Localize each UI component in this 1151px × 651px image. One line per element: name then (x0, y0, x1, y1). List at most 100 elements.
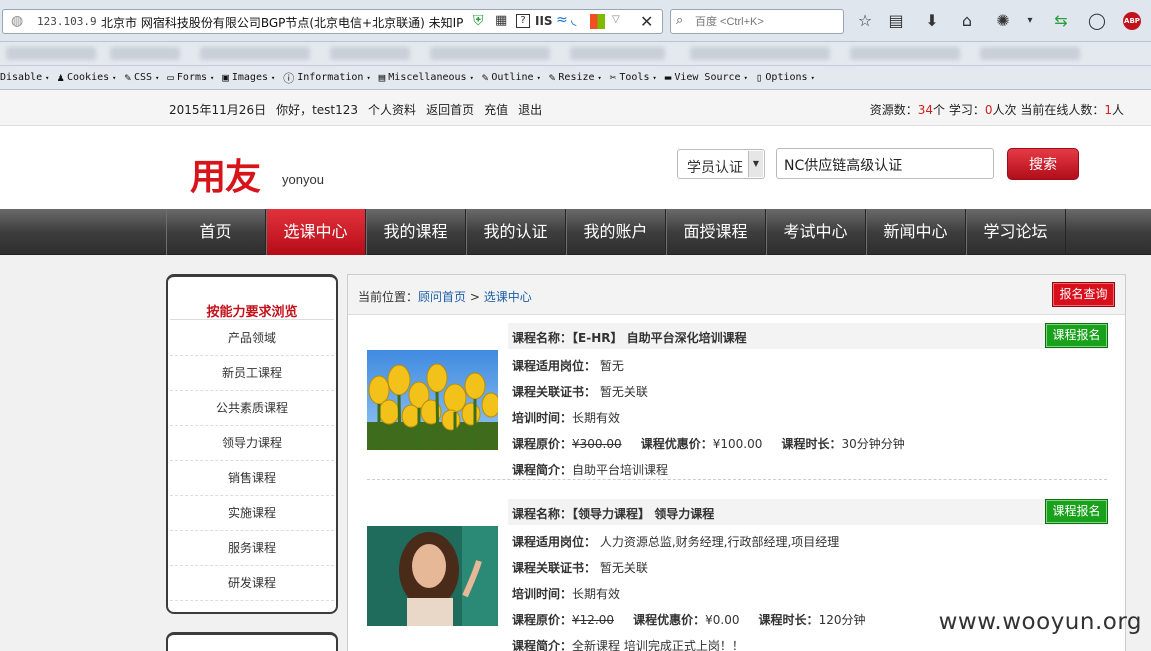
course-time: 培训时间：长期有效 (512, 411, 621, 425)
enroll-button[interactable]: 课程报名 (1045, 323, 1108, 348)
sidebar-item-6[interactable]: 服务课程 (170, 531, 334, 566)
devtool-outline[interactable]: ✎ Outline ▾ (482, 71, 541, 84)
browser-search[interactable]: ⌕ (670, 9, 844, 34)
nav-item-5[interactable]: 面授课程 (666, 209, 766, 255)
course-price: 课程原价：¥300.00 课程优惠价：¥100.00 课程时长：30分钟分钟 (512, 437, 905, 451)
chevron-down-icon: ▾ (810, 73, 815, 82)
forms-icon: ▭ (167, 71, 174, 84)
user-info-bar: 2015年11月26日 你好，test123 个人资料 返回首页 充值 退出 资… (0, 90, 1151, 126)
miscellaneous-icon: ▤ (378, 71, 386, 84)
course-list-panel: 当前位置：顾问首页 > 选课中心 报名查询 课程名称：【E-HR】 自助平台深化… (347, 274, 1126, 651)
devtool-cookies[interactable]: ♟ Cookies ▾ (57, 71, 116, 84)
search-button[interactable]: 搜索 (1007, 148, 1079, 180)
iis-icon[interactable]: IIS (535, 14, 553, 28)
devtool-disable[interactable]: Disable ▾ (0, 72, 49, 83)
menu-dropdown-icon[interactable]: ▾ (1019, 10, 1041, 32)
devtool-tools[interactable]: ✂ Tools ▾ (610, 71, 657, 84)
help-icon[interactable]: ? (516, 14, 530, 28)
search-type-select[interactable]: 学员认证 ▼ (677, 149, 765, 179)
shield-icon[interactable]: ⛨ (473, 13, 484, 29)
sidebar-item-2[interactable]: 公共素质课程 (170, 391, 334, 426)
course-search-input[interactable]: NC供应链高级认证 (776, 148, 994, 179)
address-bar[interactable]: ◍ 123.103.9 北京市 网宿科技股份有限公司BGP节点(北京电信+北京联… (2, 9, 663, 34)
logout-link[interactable]: 退出 (518, 101, 542, 118)
signal-icon[interactable]: ◟ (571, 12, 576, 28)
chevron-down-icon: ▾ (210, 73, 215, 82)
chevron-down-icon: ▾ (155, 73, 160, 82)
close-icon[interactable]: ✕ (640, 12, 653, 31)
view-source-icon: ▬ (664, 71, 672, 84)
chevron-down-icon: ▾ (536, 73, 541, 82)
devtool-options[interactable]: ▯ Options ▾ (756, 71, 815, 84)
adblock-icon[interactable]: ABP (1123, 12, 1141, 30)
course-intro: 课程简介：全新课程 培训完成正式上岗！！ (512, 639, 744, 651)
course-time: 培训时间：长期有效 (512, 587, 621, 601)
nav-item-7[interactable]: 新闻中心 (866, 209, 966, 255)
options-icon: ▯ (755, 71, 763, 84)
nav-item-6[interactable]: 考试中心 (766, 209, 866, 255)
devtool-css[interactable]: ✎ CSS ▾ (124, 71, 159, 84)
search-icon: ⌕ (676, 13, 684, 28)
sidebar-item-4[interactable]: 销售课程 (170, 461, 334, 496)
nav-item-1[interactable]: 选课中心 (266, 209, 366, 255)
home-icon[interactable]: ⌂ (956, 10, 978, 32)
sidebar-item-3[interactable]: 领导力课程 (170, 426, 334, 461)
course-image-portrait[interactable] (367, 526, 498, 626)
windows-icon[interactable] (590, 14, 605, 29)
course-duration: 30分钟分钟 (841, 437, 905, 451)
ip-location-text: 北京市 网宿科技股份有限公司BGP节点(北京电信+北京联通) 未知IP (101, 16, 464, 30)
devtool-miscellaneous[interactable]: ▤ Miscellaneous ▾ (379, 71, 474, 84)
chevron-down-icon[interactable]: ▼ (748, 151, 763, 177)
download-icon[interactable]: ⬇ (921, 10, 943, 32)
devtool-forms[interactable]: ▭ Forms ▾ (167, 71, 214, 84)
sidebar-item-0[interactable]: 产品领域 (170, 321, 334, 356)
chat-icon[interactable]: ◯ (1086, 10, 1108, 32)
sidebar-item-7[interactable]: 研发课程 (170, 566, 334, 601)
wave-icon[interactable]: ≈ (556, 12, 568, 28)
home-link[interactable]: 返回首页 (426, 101, 474, 118)
devtool-information[interactable]: ⓘ Information ▾ (283, 70, 370, 86)
breadcrumb-home-link[interactable]: 顾问首页 (418, 290, 466, 304)
dropdown-arrow-icon[interactable]: ▽ (612, 14, 620, 25)
sidebar-item-1[interactable]: 新员工课程 (170, 356, 334, 391)
breadcrumb-current-link[interactable]: 选课中心 (484, 290, 532, 304)
resize-icon: ✎ (548, 71, 556, 84)
sidebar-item-5[interactable]: 实施课程 (170, 496, 334, 531)
chevron-down-icon: ▾ (112, 73, 117, 82)
devtool-images[interactable]: ▣ Images ▾ (222, 71, 275, 84)
logo[interactable]: 用友 (190, 148, 261, 200)
original-price: ¥300.00 (572, 437, 622, 451)
course-duration: 120分钟 (818, 613, 866, 627)
registration-query-button[interactable]: 报名查询 (1052, 282, 1115, 307)
course-post: 课程适用岗位： 人力资源总监,财务经理,行政部经理,项目经理 (512, 535, 840, 549)
course-price: 课程原价：¥12.00 课程优惠价：¥0.00 课程时长：120分钟 (512, 613, 866, 627)
divider (367, 479, 1107, 480)
nav-item-2[interactable]: 我的课程 (366, 209, 466, 255)
chevron-down-icon: ▾ (597, 73, 602, 82)
sync-arrows-icon[interactable]: ⇆ (1050, 10, 1072, 32)
course-image-tulips[interactable] (367, 350, 498, 450)
course-post: 课程适用岗位： 暂无 (512, 359, 624, 373)
qr-code-icon[interactable]: ▦ (495, 13, 507, 28)
bookmark-star-icon[interactable]: ☆ (854, 10, 876, 32)
recharge-link[interactable]: 充值 (484, 101, 508, 118)
chevron-down-icon: ▾ (743, 73, 748, 82)
nav-item-0[interactable]: 首页 (166, 209, 266, 255)
browser-search-input[interactable] (695, 13, 835, 30)
profile-link[interactable]: 个人资料 (368, 101, 416, 118)
tools-icon: ✂ (609, 71, 617, 84)
reader-icon[interactable]: ▤ (885, 10, 907, 32)
nav-item-3[interactable]: 我的认证 (466, 209, 566, 255)
logo-text: yonyou (282, 172, 324, 187)
browser-toolbar: ◍ 123.103.9 北京市 网宿科技股份有限公司BGP节点(北京电信+北京联… (0, 0, 1151, 42)
devtool-view-source[interactable]: ▬ View Source ▾ (665, 71, 748, 84)
course-name[interactable]: 课程名称：【领导力课程】 领导力课程 (512, 505, 714, 522)
course-name[interactable]: 课程名称：【E-HR】 自助平台深化培训课程 (512, 329, 747, 346)
devtool-resize[interactable]: ✎ Resize ▾ (549, 71, 602, 84)
bug-icon[interactable]: ✺ (992, 10, 1014, 32)
nav-item-8[interactable]: 学习论坛 (966, 209, 1066, 255)
enroll-button[interactable]: 课程报名 (1045, 499, 1108, 524)
nav-item-4[interactable]: 我的账户 (566, 209, 666, 255)
globe-icon: ◍ (11, 13, 24, 29)
course-intro: 课程简介：自助平台培训课程 (512, 463, 669, 477)
